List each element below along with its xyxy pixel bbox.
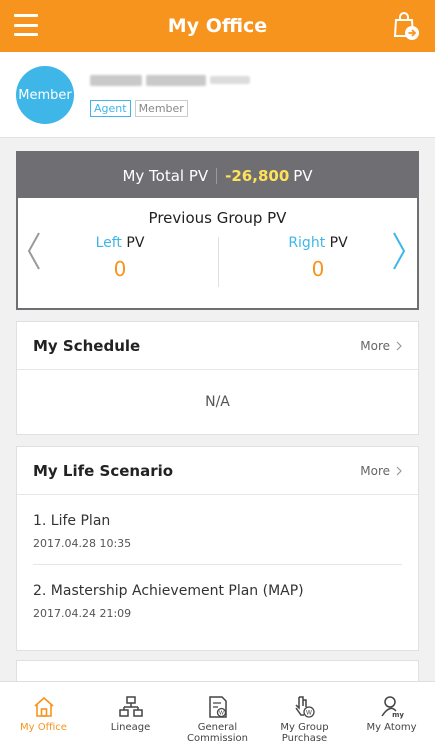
badge-agent: Agent	[90, 100, 131, 117]
user-my-icon: my	[380, 696, 404, 719]
chevron-right-icon[interactable]	[389, 229, 409, 273]
avatar[interactable]: Member	[16, 66, 74, 124]
left-pv: Left PV 0	[60, 235, 180, 281]
nav-label: My Atomy	[366, 722, 417, 733]
badge-member: Member	[134, 100, 188, 117]
hand-coin-icon: W	[294, 696, 315, 718]
nav-label: Lineage	[110, 722, 151, 733]
profile-section: Member Agent Member	[0, 52, 435, 138]
nav-my-group-purchase[interactable]: W My Group Purchase	[261, 682, 348, 749]
nav-label: My Group Purchase	[280, 722, 328, 744]
left-pv-label: Left PV	[60, 235, 180, 251]
svg-text:my: my	[392, 711, 404, 719]
schedule-card: My Schedule More N/A	[16, 321, 419, 435]
nav-label-line1: My Group	[280, 722, 329, 733]
app-header: My Office	[0, 0, 435, 52]
total-pv-unit: PV	[293, 166, 313, 185]
list-item-date: 2017.04.28 10:35	[33, 537, 132, 550]
nav-label: My Office	[20, 722, 67, 733]
pv-card: My Total PV -26,800 PV Previous Group PV…	[16, 151, 419, 310]
list-item[interactable]: 1. Life Plan 2017.04.28 10:35	[33, 495, 402, 564]
left-pv-value: 0	[113, 257, 127, 281]
left-pv-label-rest: PV	[121, 235, 145, 251]
right-pv: Right PV 0	[258, 235, 378, 281]
avatar-label: Member	[18, 87, 72, 103]
right-pv-label-rest: PV	[325, 235, 348, 251]
member-badges: Agent Member	[90, 100, 188, 117]
schedule-more-link[interactable]: More	[360, 339, 402, 353]
chevron-left-icon[interactable]	[24, 229, 44, 273]
nav-my-atomy[interactable]: my My Atomy	[348, 682, 435, 749]
bottom-nav: My Office Lineage W General Commission W …	[0, 681, 435, 749]
life-scenario-header: My Life Scenario More	[17, 447, 418, 495]
life-scenario-title: My Life Scenario	[33, 461, 174, 480]
nav-label-line1: General	[197, 722, 238, 733]
list-item-title: 2. Mastership Achievement Plan (MAP)	[33, 583, 304, 599]
hamburger-menu-icon[interactable]	[14, 14, 38, 36]
schedule-header: My Schedule More	[17, 322, 418, 370]
life-scenario-more-link[interactable]: More	[360, 464, 402, 478]
profile-name-redacted	[90, 72, 270, 88]
divider	[218, 237, 219, 287]
total-pv-label: My Total PV	[122, 166, 209, 185]
schedule-empty: N/A	[205, 394, 230, 410]
nav-label-line2: Purchase	[281, 733, 328, 744]
nav-lineage[interactable]: Lineage	[87, 682, 174, 749]
nav-my-office[interactable]: My Office	[0, 682, 87, 749]
redacted-name	[90, 74, 142, 86]
redacted-id	[210, 76, 250, 84]
org-chart-icon	[118, 696, 143, 717]
total-pv-value: -26,800	[225, 166, 290, 185]
document-won-icon: W	[208, 696, 227, 718]
group-pv-columns: Left PV 0 Right PV 0	[18, 232, 417, 297]
chevron-right-icon	[396, 341, 402, 350]
divider	[216, 167, 218, 184]
right-pv-label-accent: Right	[288, 235, 326, 251]
total-pv-bar: My Total PV -26,800 PV	[18, 153, 417, 198]
life-scenario-card: My Life Scenario More 1. Life Plan 2017.…	[16, 446, 419, 651]
more-label: More	[360, 463, 390, 478]
nav-general-commission[interactable]: W General Commission	[174, 682, 261, 749]
list-item[interactable]: 2. Mastership Achievement Plan (MAP) 201…	[33, 564, 402, 634]
svg-text:W: W	[306, 709, 312, 716]
schedule-title: My Schedule	[33, 336, 141, 355]
page-title: My Office	[167, 15, 268, 37]
left-pv-label-accent: Left	[95, 235, 122, 251]
home-icon	[33, 696, 54, 717]
group-pv-title: Previous Group PV	[148, 209, 287, 227]
right-pv-label: Right PV	[258, 235, 378, 251]
nav-label-line2: Commission	[186, 733, 248, 744]
nav-label: General Commission	[187, 722, 248, 744]
more-label: More	[360, 338, 390, 353]
list-item-title: 1. Life Plan	[33, 513, 111, 529]
redacted-name	[146, 74, 206, 86]
list-item-date: 2017.04.24 21:09	[33, 607, 132, 620]
shopping-bag-arrow-icon[interactable]	[391, 11, 421, 41]
chevron-right-icon	[396, 466, 402, 475]
right-pv-value: 0	[311, 257, 325, 281]
svg-text:W: W	[219, 711, 224, 717]
